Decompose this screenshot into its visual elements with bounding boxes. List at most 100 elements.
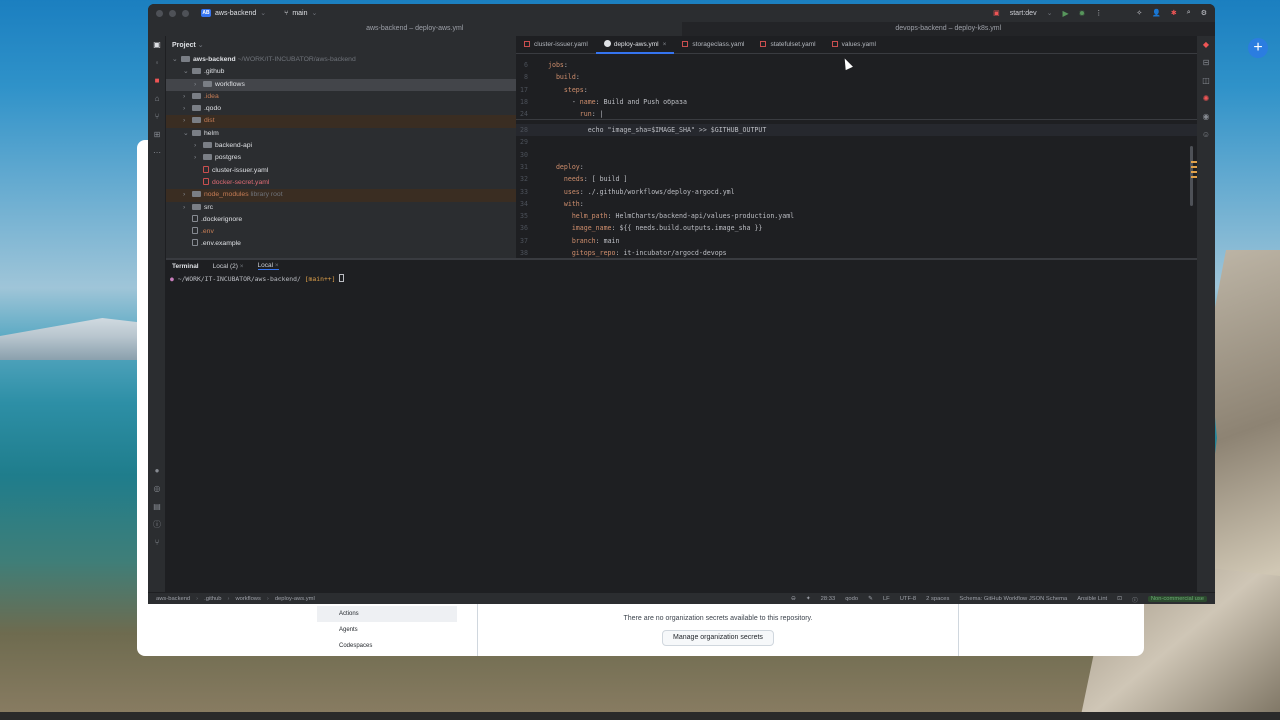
settings-icon[interactable]: ⚙ — [1201, 9, 1207, 17]
editor-tab[interactable]: statefulset.yaml — [752, 36, 823, 54]
copilot-icon[interactable]: ☺ — [1197, 126, 1215, 144]
window-tab-aws[interactable]: aws-backend – deploy-aws.yml — [148, 22, 682, 36]
caret-position[interactable]: 28:33 — [821, 596, 836, 602]
tree-item[interactable]: › postgres — [166, 152, 516, 164]
database-icon[interactable]: ◫ — [1197, 72, 1215, 90]
services-icon[interactable]: ◎ — [148, 480, 166, 498]
zoom-window-button[interactable] — [182, 9, 189, 17]
chevron-right-icon[interactable]: › — [183, 103, 192, 115]
manage-org-secrets-button[interactable]: Manage organization secrets — [662, 630, 774, 646]
tree-item[interactable]: › .qodo — [166, 103, 516, 115]
editor-tab[interactable]: storageclass.yaml — [674, 36, 752, 54]
qodo-status[interactable]: qodo — [845, 596, 858, 602]
code-line[interactable]: 8 build: — [516, 71, 1197, 83]
chevron-down-icon[interactable]: ⌄ — [172, 54, 181, 66]
tree-item[interactable]: › .idea — [166, 91, 516, 103]
terminal-tab-local[interactable]: Local × — [257, 262, 279, 270]
code-line[interactable]: 37 branch: main — [516, 235, 1197, 247]
tree-item[interactable]: › src — [166, 202, 516, 214]
sidebar-item-codespaces[interactable]: Codespaces — [317, 638, 457, 654]
ai-icon[interactable]: ✺ — [1197, 90, 1215, 108]
code-line[interactable]: 35 helm_path: HelmCharts/backend-api/val… — [516, 210, 1197, 222]
bookmark-icon[interactable]: ⌂ — [148, 90, 166, 108]
editor-tab[interactable]: values.yaml — [824, 36, 884, 54]
database-icon[interactable]: ⊟ — [1197, 54, 1215, 72]
chevron-right-icon[interactable]: › — [183, 189, 192, 201]
tree-item[interactable]: cluster-issuer.yaml — [166, 165, 516, 177]
tree-item[interactable]: ⌄ aws-backend ~/WORK/IT-INCUBATOR/aws-bac… — [166, 54, 516, 66]
code-line[interactable]: 36 image_name: ${{ needs.build.outputs.i… — [516, 222, 1197, 234]
project-panel-header[interactable]: Project ⌄ — [166, 36, 516, 54]
git-icon[interactable]: ⑂ — [148, 534, 166, 552]
more-tools-icon[interactable]: ⋯ — [148, 144, 166, 162]
code-line[interactable]: 34 with: — [516, 198, 1197, 210]
folder-icon[interactable]: ▣ — [148, 36, 166, 54]
code-line[interactable]: 28 echo "image_sha=$IMAGE_SHA" >> $GITHU… — [516, 124, 1197, 137]
plugin-icon[interactable]: ✱ — [1171, 9, 1177, 17]
chevron-down-icon[interactable]: ⌄ — [183, 66, 192, 78]
sidebar-item-agents[interactable]: Agents — [317, 622, 457, 638]
tree-item[interactable]: › workflows — [166, 78, 516, 91]
terminal-tab-local-2[interactable]: Local (2) × — [213, 263, 244, 270]
ansible-lint[interactable]: Ansible Lint — [1077, 596, 1107, 602]
branch-switcher[interactable]: main — [292, 10, 307, 17]
tree-item[interactable]: .env.example — [166, 238, 516, 250]
project-switcher[interactable]: aws-backend — [215, 10, 256, 17]
more-icon[interactable]: ⋮ — [1095, 9, 1102, 17]
close-window-button[interactable] — [156, 9, 163, 17]
collaborate-icon[interactable]: 👤 — [1152, 9, 1161, 17]
pull-requests-icon[interactable]: ⑂ — [148, 108, 166, 126]
run-icon[interactable]: ▶ — [1062, 9, 1068, 18]
run-config-selector[interactable]: start:dev — [1010, 10, 1037, 17]
tree-item[interactable]: › dist — [166, 115, 516, 128]
code-line[interactable]: 30 — [516, 149, 1197, 161]
tree-item[interactable]: ⌄ .github — [166, 66, 516, 78]
ai-status-icon[interactable]: ✦ — [806, 596, 811, 602]
terminal-prompt[interactable]: ● ~/WORK/IT-INCUBATOR/aws-backend/ [main… — [166, 274, 1197, 283]
breadcrumb-item[interactable]: aws-backend — [156, 596, 190, 602]
license-badge[interactable]: Non-commercial use — [1147, 596, 1207, 602]
code-line[interactable]: 31 deploy: — [516, 161, 1197, 173]
ai-assistant-icon[interactable]: ✧ — [1136, 9, 1142, 17]
chevron-right-icon[interactable]: › — [183, 202, 192, 214]
chevron-right-icon[interactable]: › — [194, 140, 203, 152]
tree-item[interactable]: .dockerignore — [166, 214, 516, 226]
code-line[interactable]: 17 steps: — [516, 84, 1197, 96]
editor-tab[interactable]: cluster-issuer.yaml — [516, 36, 596, 54]
add-icon[interactable]: + — [1248, 38, 1268, 58]
encoding[interactable]: UTF-8 — [900, 596, 916, 602]
tree-item[interactable]: › node_modules library root — [166, 189, 516, 202]
structure-icon[interactable]: ⊞ — [148, 126, 166, 144]
debug-icon[interactable]: ✹ — [1079, 9, 1086, 18]
problems-icon[interactable]: ⓘ — [148, 516, 166, 534]
terminal-icon[interactable]: ▤ — [148, 498, 166, 516]
code-line[interactable]: 6 jobs: — [516, 59, 1197, 71]
lock-icon[interactable]: ⊡ — [1117, 596, 1122, 602]
info-icon[interactable]: ⓘ — [1132, 595, 1138, 604]
notifications-icon[interactable]: ● — [148, 462, 166, 480]
search-icon[interactable]: ⌕ — [1187, 9, 1191, 17]
cloud-icon[interactable]: ⊖ — [791, 596, 796, 602]
plugin-icon[interactable]: ■ — [148, 72, 166, 90]
code-line[interactable]: 24 run: | — [516, 108, 1197, 120]
code-line[interactable]: 33 uses: ./.github/workflows/deploy-argo… — [516, 186, 1197, 198]
code-line[interactable]: 18 - name: Build and Push образа — [516, 96, 1197, 108]
sidebar-item-actions[interactable]: Actions — [317, 606, 457, 622]
edit-icon[interactable]: ✎ — [868, 596, 873, 602]
chevron-right-icon[interactable]: › — [183, 115, 192, 127]
window-tab-devops[interactable]: devops-backend – deploy-k8s.yml — [681, 22, 1215, 36]
tree-item[interactable]: docker-secret.yaml — [166, 177, 516, 189]
minimize-window-button[interactable] — [169, 9, 176, 17]
code-line[interactable]: 32 needs: [ build ] — [516, 173, 1197, 185]
tree-item[interactable]: › backend-api — [166, 140, 516, 152]
tree-item[interactable]: ⌄ helm — [166, 128, 516, 140]
editor-tab[interactable]: deploy-aws.yml × — [595, 36, 675, 54]
chevron-right-icon[interactable]: › — [194, 79, 203, 91]
breadcrumb-item[interactable]: deploy-aws.yml — [275, 596, 315, 602]
chevron-down-icon[interactable]: ⌄ — [183, 128, 192, 140]
commit-icon[interactable]: ◦ — [148, 54, 166, 72]
json-schema[interactable]: Schema: GitHub Workflow JSON Schema — [959, 596, 1067, 602]
tree-item[interactable]: .env — [166, 226, 516, 238]
breadcrumb-item[interactable]: .github — [204, 596, 221, 602]
chevron-right-icon[interactable]: › — [194, 152, 203, 164]
